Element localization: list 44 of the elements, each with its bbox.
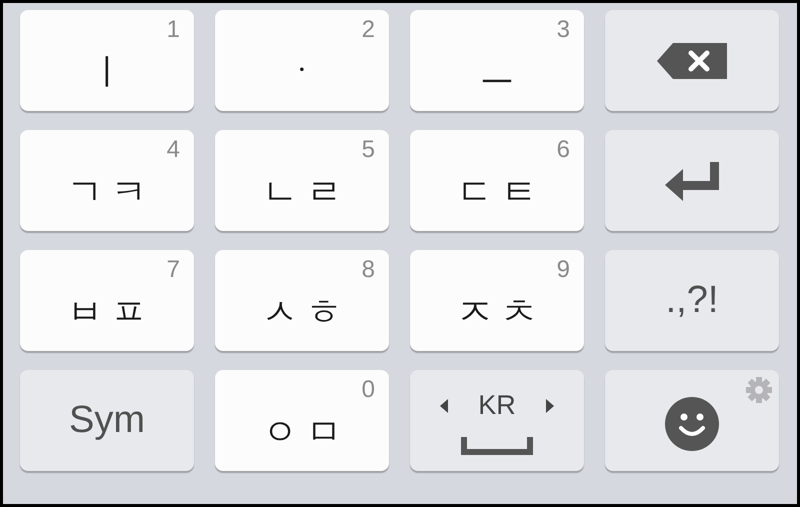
key-label: ㅈㅊ	[456, 294, 545, 330]
number-hint: 7	[166, 258, 180, 282]
key-label: ㆍ	[283, 54, 328, 90]
space-key[interactable]: KR	[410, 370, 584, 471]
number-hint: 0	[362, 378, 375, 402]
number-hint: 6	[556, 138, 570, 162]
key[interactable]: ㅂㅍ 7	[20, 250, 194, 351]
key[interactable]: Sym	[20, 370, 194, 471]
emoji-key[interactable]	[605, 370, 779, 471]
key[interactable]: ㅡ 3	[410, 10, 584, 111]
key-label: ㄷㅌ	[456, 174, 545, 210]
smiley-icon	[664, 396, 720, 452]
key[interactable]: ㆍ 2	[215, 10, 389, 111]
backspace-icon	[655, 40, 729, 80]
number-hint: 4	[166, 138, 180, 162]
number-hint: 3	[556, 18, 570, 42]
key[interactable]: ㅇㅁ 0	[215, 370, 389, 471]
number-hint: 2	[362, 18, 375, 42]
key-label: ㄱㅋ	[66, 174, 155, 210]
key[interactable]: ㅣ 1	[20, 10, 194, 111]
key-label: ㅂㅍ	[66, 294, 155, 330]
enter-key[interactable]	[605, 130, 779, 231]
key[interactable]: ㄱㅋ 4	[20, 130, 194, 231]
number-hint: 5	[362, 138, 375, 162]
key[interactable]: ㅈㅊ 9	[410, 250, 584, 351]
key[interactable]: .,?!	[605, 250, 779, 351]
number-hint: 9	[556, 258, 570, 282]
key[interactable]: ㄷㅌ 6	[410, 130, 584, 231]
space-bar-icon	[461, 437, 533, 455]
number-hint: 1	[166, 18, 180, 42]
key[interactable]: ㄴㄹ 5	[215, 130, 389, 231]
backspace-key[interactable]	[605, 10, 779, 111]
language-label: KR	[478, 392, 516, 419]
settings-icon	[745, 376, 773, 404]
right-arrow-icon	[546, 398, 554, 412]
key-label: ㅡ	[478, 54, 523, 90]
key-label: ㅇㅁ	[261, 414, 350, 450]
key-label: ㅅㅎ	[261, 294, 350, 330]
key-label: ㅣ	[88, 54, 133, 90]
key[interactable]: ㅅㅎ 8	[215, 250, 389, 351]
enter-icon	[663, 160, 721, 202]
number-hint: 8	[362, 258, 375, 282]
left-arrow-icon	[440, 398, 448, 412]
key-label: ㄴㄹ	[261, 174, 350, 210]
